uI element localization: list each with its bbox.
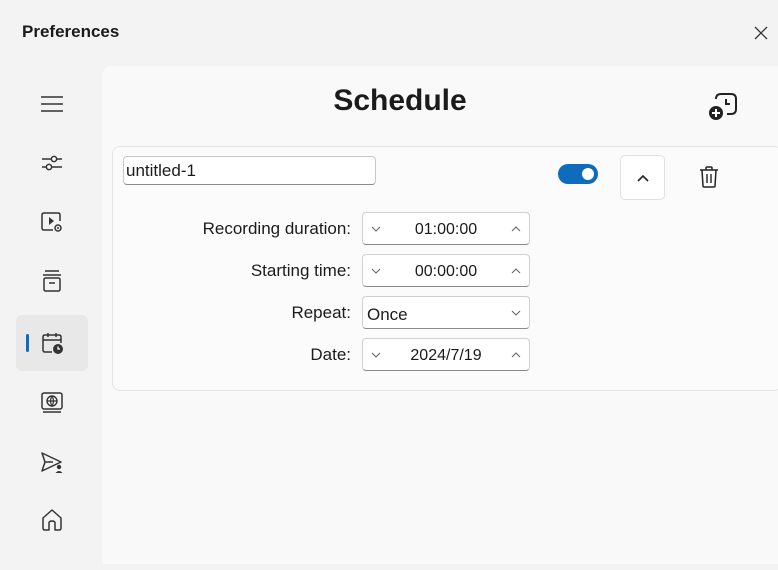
collapse-button[interactable] [620, 155, 665, 200]
chevron-up-icon[interactable] [509, 264, 523, 278]
page-title: Schedule [333, 84, 467, 117]
add-schedule-button[interactable] [702, 86, 742, 126]
toggle-knob [582, 168, 594, 180]
date-value: 2024/7/19 [410, 347, 482, 364]
sidebar-item-network[interactable] [16, 375, 88, 431]
delete-schedule-button[interactable] [693, 161, 725, 193]
close-button[interactable] [748, 20, 774, 46]
date-label: Date: [310, 345, 351, 364]
schedule-card: Recording duration: 01:00:00 Starting ti… [112, 146, 778, 391]
sidebar-item-menu[interactable] [16, 76, 88, 132]
home-icon [39, 507, 65, 533]
chevron-down-icon [509, 306, 523, 320]
menu-icon [39, 94, 65, 114]
title-bar: Preferences [0, 10, 778, 54]
sidebar-item-home[interactable] [16, 492, 88, 548]
start-time-value: 00:00:00 [414, 263, 478, 280]
chevron-up-icon[interactable] [509, 222, 523, 236]
schedule-name-input[interactable] [123, 156, 376, 185]
repeat-value: Once [367, 305, 408, 324]
sidebar-item-share[interactable] [16, 434, 88, 490]
window-title: Preferences [22, 22, 120, 41]
repeat-label: Repeat: [291, 303, 351, 322]
archive-icon [39, 268, 65, 294]
video-settings-icon [39, 209, 65, 235]
sidebar-item-schedule[interactable] [16, 315, 88, 371]
sidebar-item-general[interactable] [16, 135, 88, 191]
schedule-enabled-toggle[interactable] [558, 164, 598, 184]
sliders-icon [39, 150, 65, 176]
chevron-up-icon[interactable] [509, 348, 523, 362]
start-time-label: Starting time: [250, 261, 351, 280]
add-schedule-icon [705, 89, 739, 123]
trash-icon [698, 165, 720, 189]
duration-spinner[interactable]: 01:00:00 [362, 212, 530, 245]
start-time-spinner[interactable]: 00:00:00 [362, 254, 530, 287]
preferences-window: Preferences Schedule untitled-1 Recordin… [0, 0, 778, 570]
close-icon [754, 26, 768, 40]
duration-label: Recording duration: [202, 219, 351, 238]
repeat-select[interactable]: Once [362, 296, 530, 329]
active-indicator [26, 334, 29, 352]
send-person-icon [39, 449, 65, 475]
sidebar [0, 72, 100, 562]
calendar-clock-icon [39, 330, 65, 356]
globe-screen-icon [39, 390, 65, 416]
sidebar-item-recording[interactable] [16, 194, 88, 250]
sidebar-item-output[interactable] [16, 253, 88, 309]
content-panel: Schedule Recording duration: [102, 66, 778, 564]
date-spinner[interactable]: 2024/7/19 [362, 338, 530, 371]
duration-value: 01:00:00 [414, 221, 478, 238]
chevron-up-icon [636, 173, 650, 183]
